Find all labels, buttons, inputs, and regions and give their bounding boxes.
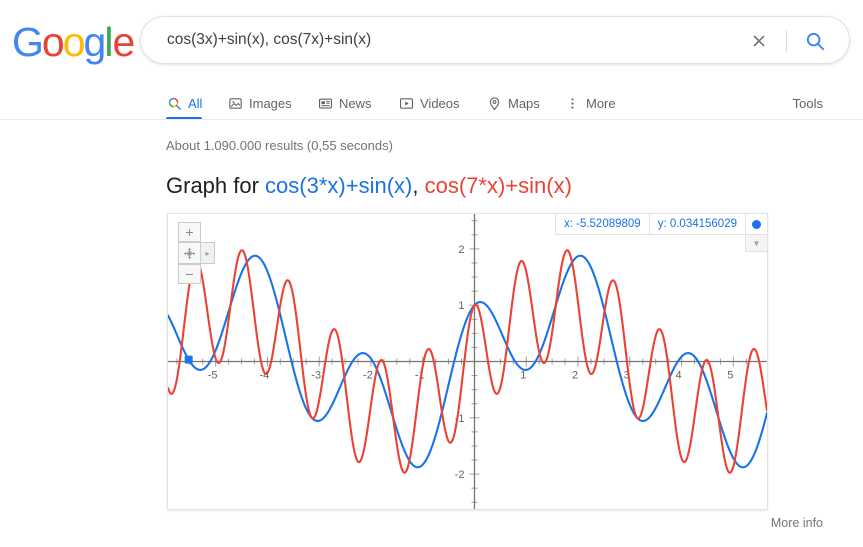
image-icon	[227, 96, 243, 112]
tools-button[interactable]: Tools	[793, 88, 823, 119]
readout-y-value: y: 0.034156029	[648, 214, 745, 235]
search-divider	[786, 30, 787, 52]
svg-text:1: 1	[520, 370, 526, 382]
svg-text:-2: -2	[455, 469, 465, 481]
pan-move-icon[interactable]	[178, 242, 201, 264]
tab-more[interactable]: More	[564, 88, 616, 119]
logo-letter: o	[62, 19, 86, 65]
result-stats: About 1.090.000 results (0,55 seconds)	[166, 138, 393, 153]
graph-title-prefix: Graph for	[166, 173, 266, 198]
google-search-results-page: Google cos(3x)+sin(x), cos(7x)+sin(x) Al…	[0, 0, 863, 547]
graph-title-separator: ,	[412, 173, 425, 198]
search-icon	[166, 96, 182, 112]
graph-function-1-label: cos(3*x)+sin(x)	[265, 173, 413, 198]
tab-videos[interactable]: Videos	[398, 88, 460, 119]
tab-all[interactable]: All	[166, 88, 203, 120]
more-info-link[interactable]: More info	[771, 516, 823, 530]
svg-text:1: 1	[458, 300, 464, 312]
svg-text:-5: -5	[208, 370, 218, 382]
video-icon	[398, 96, 414, 112]
search-input[interactable]	[167, 17, 727, 63]
function-plot[interactable]: -5 -4 -3 -2 -1 1 2 3 4 521-1-2	[168, 214, 767, 509]
tools-label: Tools	[792, 96, 823, 111]
graph-zoom-controls: + ▸ −	[178, 222, 215, 284]
close-icon[interactable]	[747, 29, 771, 53]
news-icon	[317, 96, 333, 112]
search-icon[interactable]	[803, 29, 827, 53]
zoom-out-button[interactable]: −	[178, 264, 201, 284]
tab-label: More	[586, 96, 616, 111]
graph-card[interactable]: -5 -4 -3 -2 -1 1 2 3 4 5 2 1 -1 -2 + ▸ − x: -5.520898…	[167, 213, 768, 510]
graph-function-2-label: cos(7*x)+sin(x)	[424, 173, 572, 198]
svg-text:2: 2	[572, 370, 578, 382]
zoom-in-button[interactable]: +	[178, 222, 201, 242]
coordinate-readout: x: -5.52089809 y: 0.034156029 ▼	[554, 214, 767, 252]
tab-label: Images	[249, 96, 292, 111]
svg-text:4: 4	[676, 370, 682, 382]
chevron-down-icon[interactable]: ▼	[745, 235, 767, 252]
logo-letter: o	[41, 19, 65, 65]
nav-divider	[0, 119, 863, 120]
more-vertical-icon	[564, 96, 580, 112]
readout-x-value: x: -5.52089809	[554, 214, 649, 235]
tab-label: News	[339, 96, 372, 111]
graph-title: Graph for cos(3*x)+sin(x), cos(7*x)+sin(…	[166, 173, 572, 199]
tab-maps[interactable]: Maps	[486, 88, 540, 119]
logo-letter: e	[112, 19, 135, 65]
tab-label: All	[188, 96, 203, 111]
search-nav-tabs: All Images News Videos Maps More Tools	[0, 88, 863, 120]
map-pin-icon	[486, 96, 502, 112]
tab-news[interactable]: News	[317, 88, 372, 119]
svg-text:-3: -3	[311, 370, 321, 382]
search-box[interactable]	[140, 16, 850, 64]
tab-label: Maps	[508, 96, 540, 111]
svg-text:2: 2	[458, 244, 464, 256]
google-logo[interactable]: Google	[12, 19, 135, 65]
svg-text:5: 5	[727, 370, 733, 382]
blue-dot-icon	[745, 214, 767, 235]
readout-toggle[interactable]: ▼	[745, 214, 767, 252]
svg-text:-2: -2	[363, 370, 373, 382]
tab-label: Videos	[420, 96, 460, 111]
logo-letter: G	[12, 19, 44, 65]
chevron-right-icon[interactable]: ▸	[201, 242, 215, 264]
tab-images[interactable]: Images	[227, 88, 292, 119]
logo-letter: g	[83, 19, 107, 65]
